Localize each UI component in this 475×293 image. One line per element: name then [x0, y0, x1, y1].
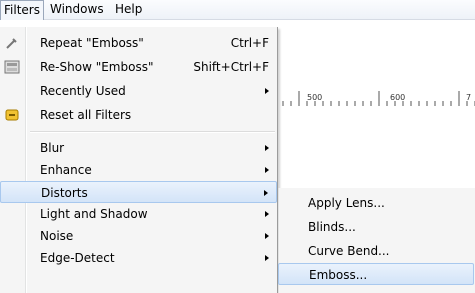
ruler-label-500: 500 [307, 93, 322, 102]
menu-item-light-and-shadow[interactable]: Light and Shadow [0, 203, 277, 225]
reshow-icon [4, 59, 20, 75]
menu-item-recently-used[interactable]: Recently Used [0, 80, 277, 102]
ruler-label-700: 7 [466, 93, 471, 102]
repeat-icon [4, 35, 20, 51]
chevron-right-icon [265, 167, 269, 173]
menu-item-shortcut: Ctrl+F [230, 36, 269, 50]
menu-item-label: Repeat "Emboss" [40, 36, 144, 50]
distorts-submenu: Apply Lens... Blinds... Curve Bend... Em… [277, 188, 475, 293]
menubar-help[interactable]: Help [111, 0, 146, 19]
menu-item-repeat[interactable]: Repeat "Emboss" Ctrl+F [0, 32, 277, 54]
chevron-right-icon [265, 233, 269, 239]
menu-item-label: Apply Lens... [308, 196, 385, 210]
menu-item-label: Enhance [40, 163, 92, 177]
chevron-right-icon [265, 211, 269, 217]
menu-item-reshow[interactable]: Re-Show "Emboss" Shift+Ctrl+F [0, 56, 277, 78]
menu-item-distorts[interactable]: Distorts [0, 181, 277, 203]
reset-icon [4, 107, 20, 123]
menubar: Filters Windows Help [0, 0, 475, 20]
submenu-item-blinds[interactable]: Blinds... [278, 216, 475, 238]
menu-item-reset-filters[interactable]: Reset all Filters [0, 104, 277, 126]
menu-item-enhance[interactable]: Enhance [0, 159, 277, 181]
menu-item-label: Blinds... [308, 220, 356, 234]
submenu-item-emboss[interactable]: Emboss... [278, 263, 474, 285]
menu-item-blur[interactable]: Blur [0, 137, 277, 159]
chevron-right-icon [265, 88, 269, 94]
menu-item-label: Edge-Detect [40, 251, 115, 265]
filters-menu: Repeat "Emboss" Ctrl+F Re-Show "Emboss" … [0, 27, 278, 293]
menu-item-edge-detect[interactable]: Edge-Detect [0, 247, 277, 269]
chevron-right-icon [265, 255, 269, 261]
submenu-item-apply-lens[interactable]: Apply Lens... [278, 192, 475, 214]
menu-item-shortcut: Shift+Ctrl+F [193, 60, 269, 74]
menu-item-label: Re-Show "Emboss" [40, 60, 154, 74]
menu-separator [30, 131, 275, 133]
menu-item-label: Distorts [41, 186, 88, 200]
menu-item-noise[interactable]: Noise [0, 225, 277, 247]
menu-item-label: Recently Used [40, 84, 126, 98]
menubar-windows[interactable]: Windows [46, 0, 108, 19]
submenu-item-curve-bend[interactable]: Curve Bend... [278, 240, 475, 262]
menu-item-label: Blur [40, 141, 65, 155]
menubar-filters[interactable]: Filters [0, 0, 44, 20]
menu-item-label: Noise [40, 229, 74, 243]
menu-item-label: Reset all Filters [40, 108, 132, 122]
chevron-right-icon [264, 190, 268, 196]
menu-item-label: Curve Bend... [308, 244, 390, 258]
menu-item-label: Light and Shadow [40, 207, 148, 221]
ruler-label-600: 600 [390, 93, 405, 102]
menu-item-label: Emboss... [309, 268, 368, 282]
chevron-right-icon [265, 145, 269, 151]
